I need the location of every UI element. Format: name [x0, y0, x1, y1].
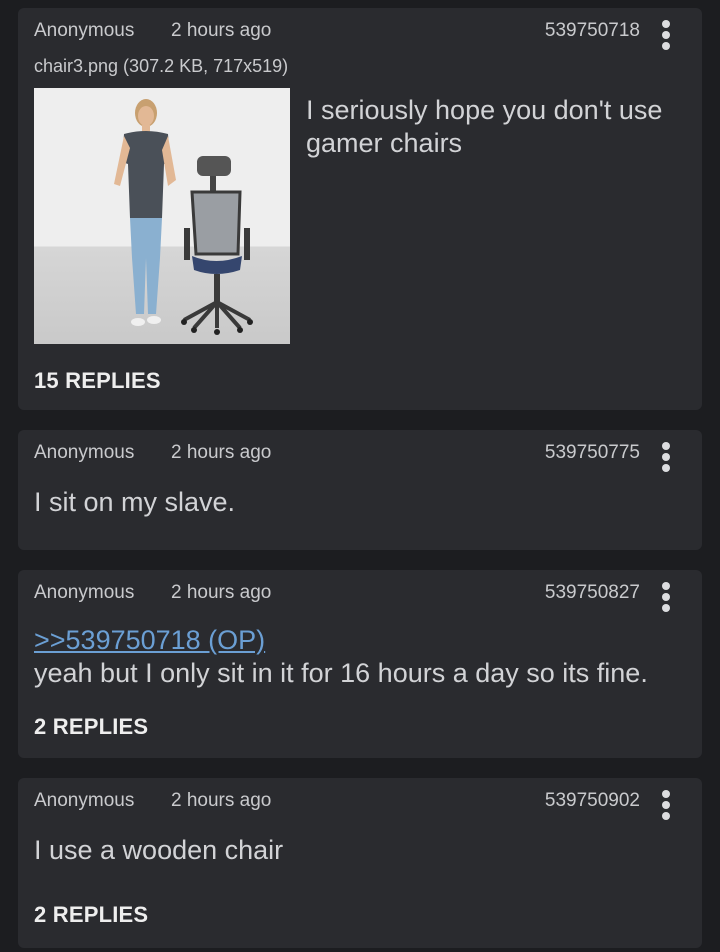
post-card: Anonymous 2 hours ago 539750827 >>539750…: [18, 570, 702, 758]
post-comment: yeah but I only sit in it for 16 hours a…: [34, 658, 648, 688]
post-number[interactable]: 539750718: [545, 20, 640, 42]
replies-button[interactable]: 2 REPLIES: [34, 714, 148, 740]
post-header: Anonymous 2 hours ago 539750718: [34, 18, 686, 50]
replies-button[interactable]: 2 REPLIES: [34, 902, 148, 928]
thread-feed: Anonymous 2 hours ago 539750718 chair3.p…: [0, 0, 720, 952]
post-comment-block: >>539750718 (OP) yeah but I only sit in …: [34, 624, 694, 690]
post-number[interactable]: 539750827: [545, 582, 640, 604]
post-time: 2 hours ago: [171, 20, 272, 41]
post-number[interactable]: 539750775: [545, 442, 640, 464]
more-vertical-icon[interactable]: [660, 442, 672, 474]
more-vertical-icon[interactable]: [660, 582, 672, 614]
post-header: Anonymous 2 hours ago 539750902: [34, 788, 686, 820]
more-vertical-icon[interactable]: [660, 790, 672, 822]
post-card: Anonymous 2 hours ago 539750775 I sit on…: [18, 430, 702, 550]
post-image-thumbnail[interactable]: [34, 88, 290, 344]
post-number[interactable]: 539750902: [545, 790, 640, 812]
post-card: Anonymous 2 hours ago 539750718 chair3.p…: [18, 8, 702, 410]
post-time: 2 hours ago: [171, 790, 272, 811]
more-vertical-icon[interactable]: [660, 20, 672, 52]
post-comment: I use a wooden chair: [34, 835, 284, 865]
post-author: Anonymous: [34, 790, 135, 811]
chair-photo-image: [114, 99, 253, 335]
quote-link[interactable]: >>539750718 (OP): [34, 625, 265, 655]
post-author: Anonymous: [34, 442, 135, 463]
post-header: Anonymous 2 hours ago 539750827: [34, 580, 686, 612]
post-author: Anonymous: [34, 20, 135, 41]
file-info: chair3.png (307.2 KB, 717x519): [34, 56, 289, 76]
post-comment: I seriously hope you don't use gamer cha…: [306, 95, 663, 158]
post-card: Anonymous 2 hours ago 539750902 I use a …: [18, 778, 702, 948]
replies-button[interactable]: 15 REPLIES: [34, 368, 161, 394]
post-author: Anonymous: [34, 582, 135, 603]
post-comment: I sit on my slave.: [34, 487, 236, 517]
post-time: 2 hours ago: [171, 442, 272, 463]
post-header: Anonymous 2 hours ago 539750775: [34, 440, 686, 472]
post-time: 2 hours ago: [171, 582, 272, 603]
